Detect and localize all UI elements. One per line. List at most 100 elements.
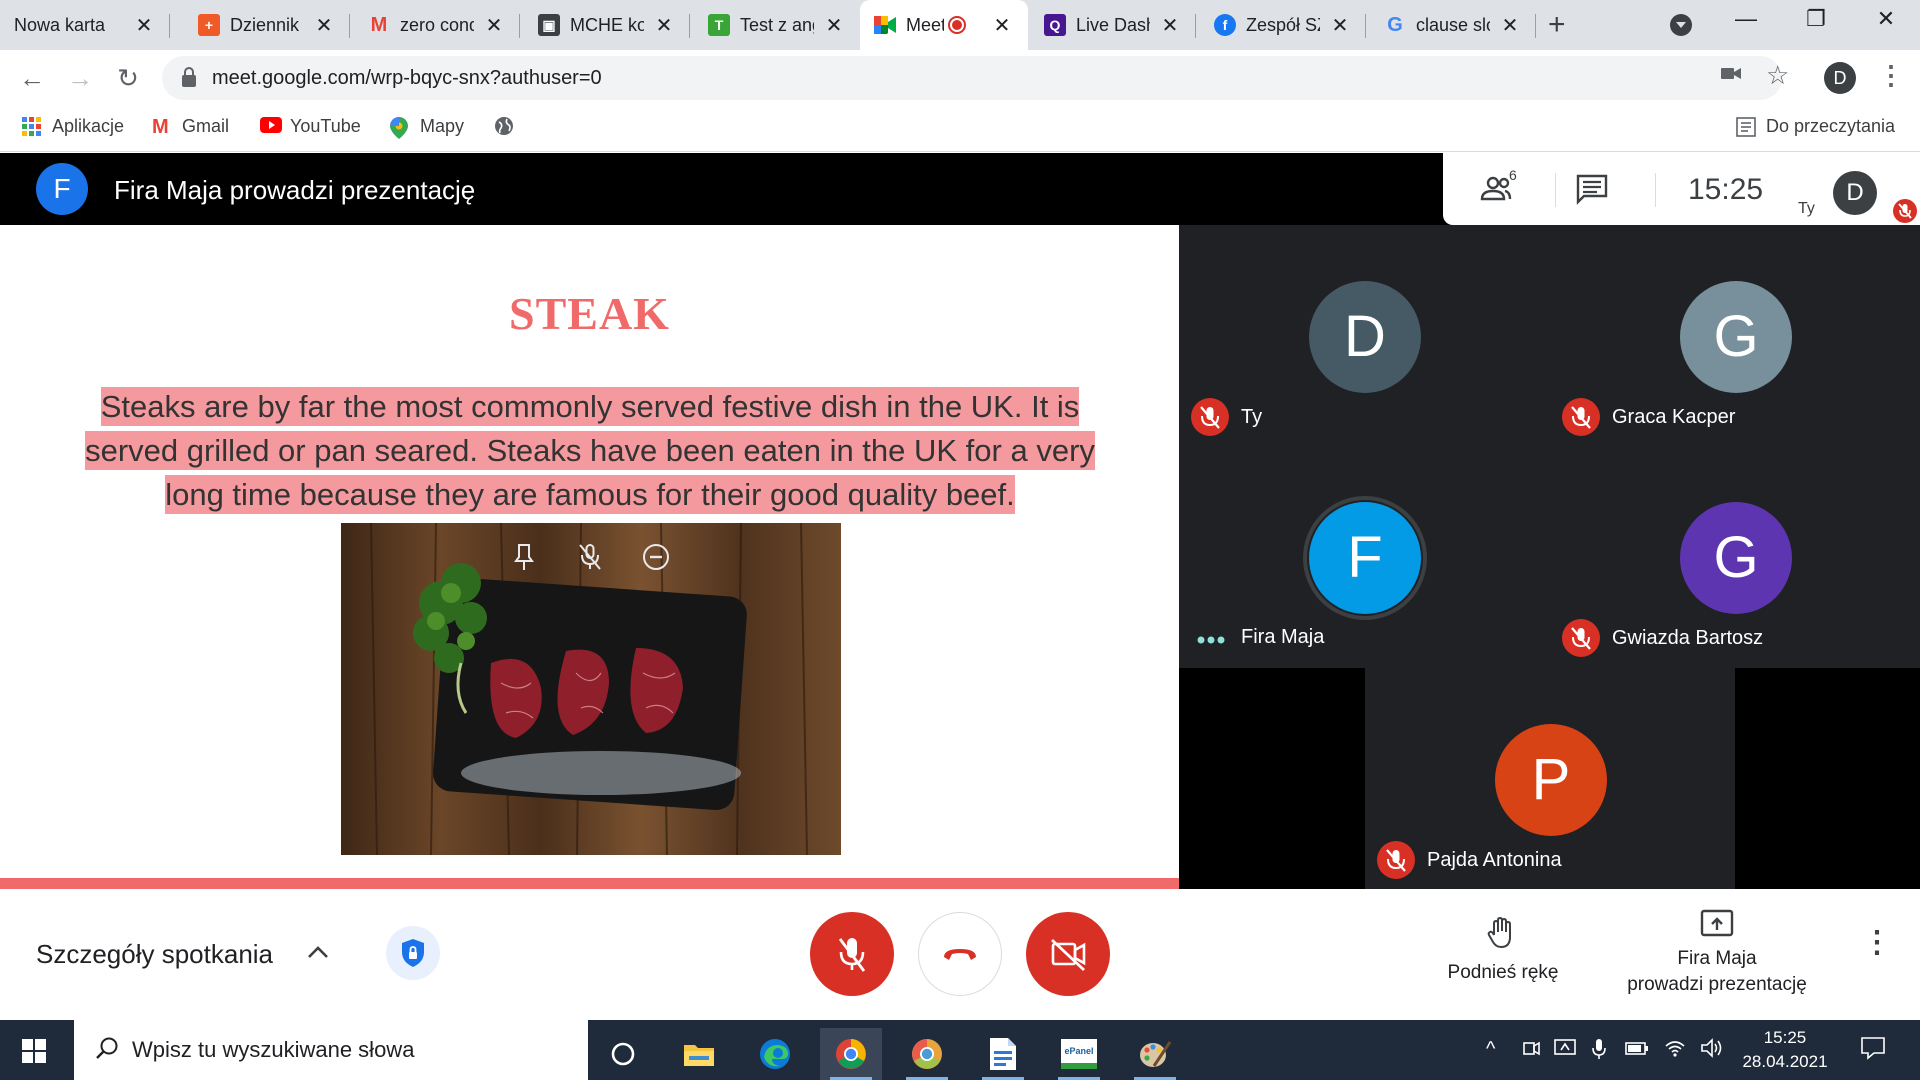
facebook-icon: f bbox=[1214, 14, 1236, 36]
bookmark-maps[interactable]: Mapy bbox=[390, 116, 464, 139]
reload-icon[interactable]: ↻ bbox=[110, 60, 146, 96]
close-icon[interactable]: ✕ bbox=[482, 13, 506, 38]
remove-participant-icon[interactable] bbox=[640, 541, 672, 573]
bookmark-globe[interactable] bbox=[494, 116, 524, 136]
chevron-up-icon[interactable] bbox=[306, 939, 330, 967]
participant-tile-graca-kacper[interactable]: G Graca Kacper bbox=[1550, 225, 1920, 445]
close-icon[interactable]: ✕ bbox=[990, 13, 1014, 38]
bookmark-youtube[interactable]: YouTube bbox=[260, 116, 361, 137]
host-controls-shield-icon[interactable] bbox=[386, 926, 440, 980]
meeting-details-button[interactable]: Szczegóły spotkania bbox=[36, 939, 273, 970]
participant-tile-ty[interactable]: D Ty bbox=[1179, 225, 1549, 445]
windows-taskbar: Wpisz tu wyszukiwane słowa ePanel ^ 15:2… bbox=[0, 1020, 1920, 1080]
close-icon[interactable]: ✕ bbox=[822, 13, 846, 38]
tab-live-dashboard[interactable]: Q Live Dash ✕ bbox=[1030, 0, 1196, 50]
chevron-up-tray-icon[interactable]: ^ bbox=[1486, 1038, 1495, 1061]
leave-call-button[interactable] bbox=[918, 912, 1002, 996]
wifi-icon[interactable] bbox=[1664, 1038, 1686, 1063]
chat-button[interactable] bbox=[1575, 173, 1609, 213]
slide-body-text: Steaks are by far the most commonly serv… bbox=[70, 385, 1110, 517]
epanel-label: ePanel bbox=[1064, 1046, 1094, 1056]
microphone-toggle-button[interactable] bbox=[810, 912, 894, 996]
maps-pin-icon bbox=[390, 116, 410, 139]
participant-tile-pajda-antonina[interactable]: P Pajda Antonina bbox=[1365, 668, 1735, 889]
microphone-tray-icon[interactable] bbox=[1592, 1038, 1606, 1065]
presenter-avatar: F bbox=[36, 163, 88, 215]
close-icon[interactable]: ✕ bbox=[1158, 13, 1182, 38]
pin-icon[interactable] bbox=[508, 541, 540, 573]
tab-new-tab[interactable]: Nowa karta ✕ bbox=[0, 0, 170, 50]
participant-tile-fira-maja[interactable]: F Fira Maja bbox=[1179, 446, 1549, 666]
apps-grid-icon bbox=[22, 116, 42, 137]
paint-icon[interactable] bbox=[1124, 1028, 1186, 1080]
address-bar[interactable]: meet.google.com/wrp-bqyc-snx?authuser=0 bbox=[162, 56, 1782, 100]
close-icon[interactable]: ✕ bbox=[132, 13, 156, 38]
meet-info-panel: 6 15:25 Ty D bbox=[1443, 153, 1920, 225]
document-icon[interactable] bbox=[972, 1028, 1034, 1080]
raise-hand-label[interactable]: Podnieś rękę bbox=[1420, 960, 1586, 986]
tab-facebook[interactable]: f Zespół SZ ✕ bbox=[1200, 0, 1366, 50]
epanel-icon[interactable]: ePanel bbox=[1048, 1028, 1110, 1080]
tab-dziennik[interactable]: + Dziennik ✕ bbox=[184, 0, 350, 50]
mic-off-icon bbox=[1893, 199, 1917, 223]
participants-grid: D Ty G Graca Kacper F Fira Maja G Gwiazd… bbox=[1179, 225, 1920, 889]
raise-hand-icon[interactable] bbox=[1484, 915, 1520, 956]
window-close-icon[interactable]: ✕ bbox=[1866, 6, 1906, 32]
bookmark-gmail[interactable]: M Gmail bbox=[152, 116, 229, 137]
camera-tray-icon[interactable] bbox=[1522, 1038, 1540, 1063]
tab-classroom[interactable]: ▣ MCHE kon ✕ bbox=[524, 0, 690, 50]
present-now-icon[interactable] bbox=[1700, 909, 1734, 944]
tab-label: zero condi bbox=[400, 14, 474, 35]
notifications-icon[interactable] bbox=[1860, 1036, 1886, 1065]
reading-list[interactable]: Do przeczytania bbox=[1736, 116, 1895, 137]
camera-toggle-button[interactable] bbox=[1026, 912, 1110, 996]
file-explorer-icon[interactable] bbox=[668, 1028, 730, 1080]
bookmark-label: Gmail bbox=[182, 116, 230, 136]
people-count-badge: 6 bbox=[1509, 167, 1517, 183]
bookmark-star-icon[interactable]: ☆ bbox=[1766, 60, 1789, 91]
tab-label: Zespół SZ bbox=[1246, 14, 1320, 35]
mic-off-icon bbox=[1377, 841, 1415, 879]
tab-search-icon[interactable] bbox=[1670, 14, 1692, 36]
cortana-icon[interactable] bbox=[592, 1028, 654, 1080]
forward-arrow-icon[interactable]: → bbox=[62, 60, 98, 96]
restore-icon[interactable]: ❐ bbox=[1796, 6, 1836, 32]
url-text: meet.google.com/wrp-bqyc-snx?authuser=0 bbox=[212, 66, 602, 89]
tab-google-search[interactable]: G clause slow ✕ bbox=[1370, 0, 1536, 50]
battery-icon[interactable] bbox=[1624, 1038, 1650, 1063]
dziennik-icon: + bbox=[198, 14, 220, 36]
people-button[interactable]: 6 bbox=[1479, 167, 1519, 213]
taskbar-search-box[interactable]: Wpisz tu wyszukiwane słowa bbox=[74, 1020, 588, 1080]
more-options-icon[interactable]: ⋮ bbox=[1862, 925, 1892, 960]
chrome-canary-icon[interactable] bbox=[896, 1028, 958, 1080]
hang-up-icon bbox=[944, 949, 976, 960]
self-avatar[interactable]: D bbox=[1833, 171, 1877, 215]
close-icon[interactable]: ✕ bbox=[1498, 13, 1522, 38]
edge-icon[interactable] bbox=[744, 1028, 806, 1080]
meeting-clock: 15:25 bbox=[1688, 173, 1764, 206]
taskbar-clock[interactable]: 15:25 28.04.2021 bbox=[1740, 1026, 1830, 1074]
tab-gmail[interactable]: M zero condi ✕ bbox=[354, 0, 520, 50]
volume-icon[interactable] bbox=[1700, 1038, 1724, 1063]
camera-permission-icon[interactable] bbox=[1720, 62, 1742, 90]
back-arrow-icon[interactable]: ← bbox=[14, 60, 50, 96]
screen-tray-icon[interactable] bbox=[1554, 1038, 1576, 1063]
minimize-icon[interactable]: — bbox=[1726, 6, 1766, 32]
speaking-dots-icon bbox=[1197, 632, 1225, 650]
browser-menu-icon[interactable]: ⋮ bbox=[1878, 60, 1904, 91]
participant-tile-gwiazda-bartosz[interactable]: G Gwiazda Bartosz bbox=[1550, 446, 1920, 666]
close-icon[interactable]: ✕ bbox=[652, 13, 676, 38]
chrome-icon[interactable] bbox=[820, 1028, 882, 1080]
mute-participant-icon[interactable] bbox=[574, 541, 606, 573]
tab-test[interactable]: T Test z ang ✕ bbox=[694, 0, 860, 50]
close-icon[interactable]: ✕ bbox=[312, 13, 336, 38]
bookmark-apps[interactable]: Aplikacje bbox=[22, 116, 124, 137]
presenting-status[interactable]: Fira Maja prowadzi prezentację bbox=[1614, 946, 1820, 998]
windows-start-icon[interactable] bbox=[22, 1039, 46, 1063]
close-icon[interactable]: ✕ bbox=[1328, 13, 1352, 38]
new-tab-plus-icon[interactable]: + bbox=[1548, 8, 1566, 42]
meet-top-bar: F Fira Maja prowadzi prezentację 6 15:25… bbox=[0, 153, 1920, 225]
reading-list-icon bbox=[1736, 116, 1756, 137]
tab-meet[interactable]: Meet ✕ bbox=[860, 0, 1028, 50]
profile-avatar[interactable]: D bbox=[1824, 62, 1856, 94]
